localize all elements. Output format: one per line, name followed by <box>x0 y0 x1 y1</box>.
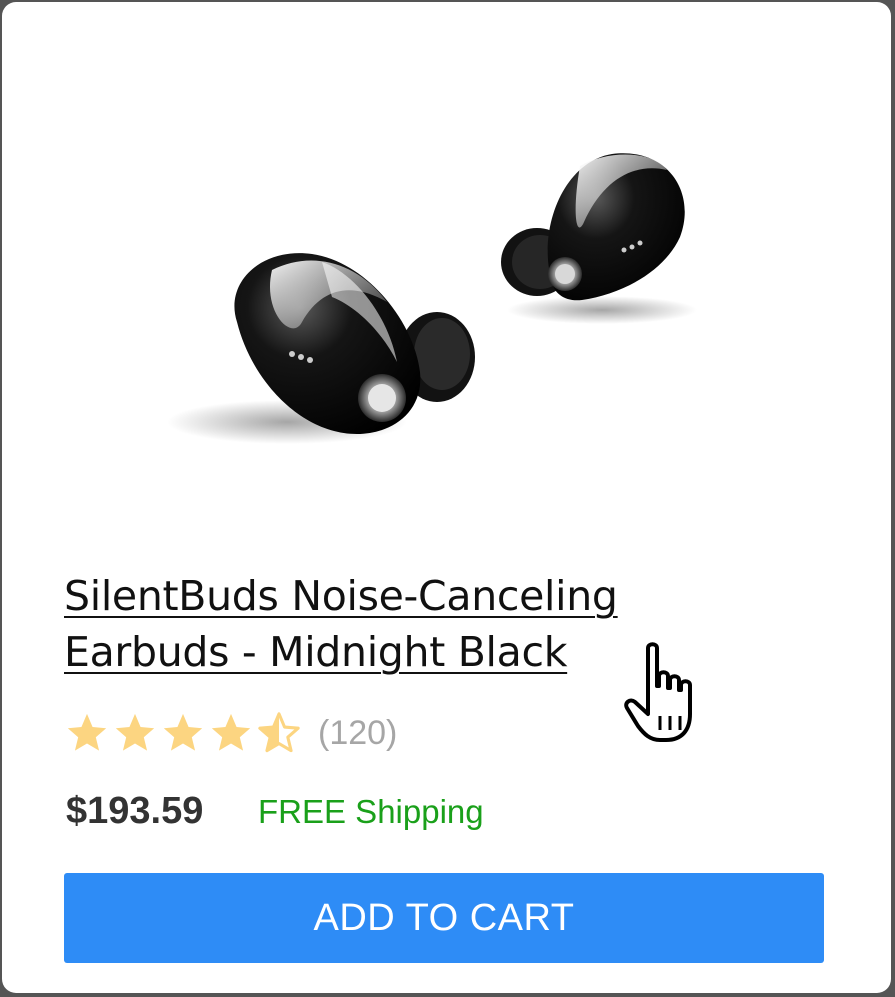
star-full-icon <box>115 713 155 751</box>
earbuds-product-image[interactable] <box>152 122 732 482</box>
product-title-line-1[interactable]: SilentBuds Noise-Canceling <box>64 568 724 624</box>
star-full-icon <box>163 713 203 751</box>
product-card: SilentBuds Noise-Canceling Earbuds - Mid… <box>2 2 891 993</box>
star-half-icon <box>258 712 300 753</box>
star-full-icon <box>211 713 251 751</box>
add-to-cart-button[interactable]: ADD TO CART <box>64 873 824 963</box>
star-rating: (120) <box>64 708 397 758</box>
product-price: $193.59 <box>66 790 204 832</box>
star-full-icon <box>67 713 107 751</box>
hand-pointer-icon <box>624 642 692 742</box>
review-count[interactable]: (120) <box>318 714 397 753</box>
shipping-badge: FREE Shipping <box>258 793 484 830</box>
